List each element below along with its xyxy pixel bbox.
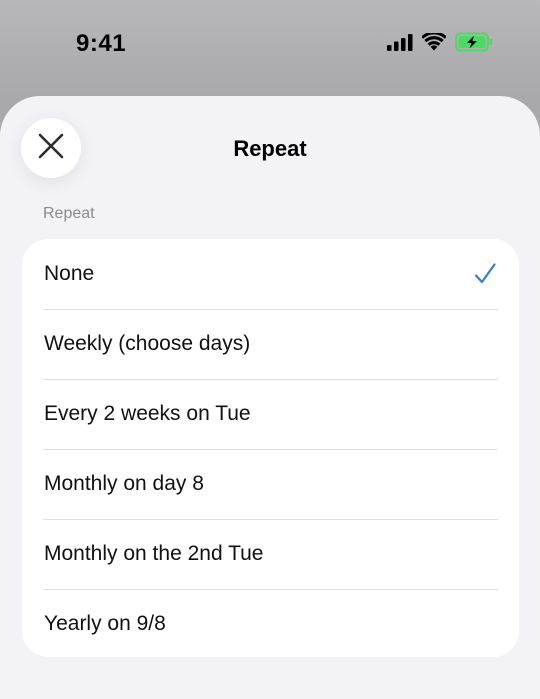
option-none[interactable]: None: [22, 239, 519, 309]
wifi-icon: [421, 30, 447, 56]
option-monthly-weekday[interactable]: Monthly on the 2nd Tue: [22, 519, 519, 589]
option-yearly[interactable]: Yearly on 9/8: [22, 589, 519, 657]
status-bar: 9:41: [0, 0, 540, 90]
option-label: Monthly on day 8: [44, 472, 204, 495]
repeat-options-list: None Weekly (choose days) Every 2 weeks …: [22, 239, 519, 657]
option-weekly[interactable]: Weekly (choose days): [22, 309, 519, 379]
checkmark-icon: [473, 262, 497, 286]
option-every-2-weeks[interactable]: Every 2 weeks on Tue: [22, 379, 519, 449]
sheet-title: Repeat: [233, 136, 307, 161]
option-label: Weekly (choose days): [44, 332, 251, 355]
option-label: None: [44, 262, 95, 285]
status-icons: [387, 30, 493, 57]
option-label: Monthly on the 2nd Tue: [44, 542, 264, 565]
status-time: 9:41: [76, 30, 127, 57]
option-label: Every 2 weeks on Tue: [44, 402, 251, 425]
signal-icon: [387, 33, 413, 56]
option-monthly-day[interactable]: Monthly on day 8: [22, 449, 519, 519]
battery-charging-icon: [455, 32, 493, 57]
repeat-sheet: Repeat Repeat None Weekly (choose days) …: [0, 96, 540, 699]
section-label: Repeat: [43, 205, 95, 222]
option-label: Yearly on 9/8: [44, 612, 166, 635]
